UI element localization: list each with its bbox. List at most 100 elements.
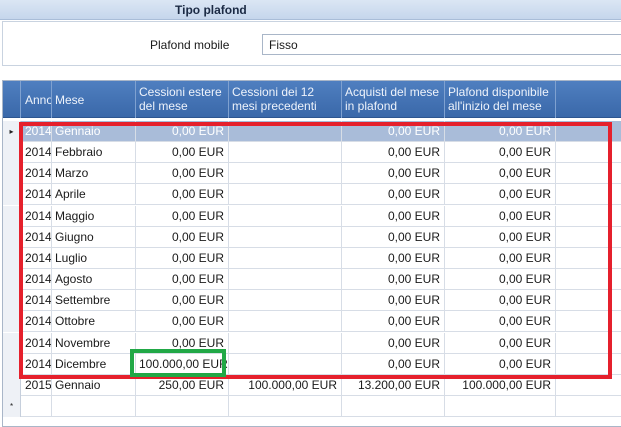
cell-mese[interactable]: Dicembre	[52, 353, 136, 375]
row-indicator[interactable]	[3, 163, 21, 185]
cell-cessioni[interactable]: 250,00 EUR	[136, 374, 229, 396]
cell-plafond[interactable]: 100.000,00 EUR	[445, 374, 556, 396]
cell-anno[interactable]	[22, 395, 52, 417]
cell-mese[interactable]: Settembre	[52, 290, 136, 312]
table-row[interactable]: 2014 Aprile 0,00 EUR 0,00 EUR 0,00 EUR	[3, 184, 621, 206]
cell-cessioni[interactable]: 0,00 EUR	[136, 332, 229, 354]
table-row[interactable]: 2014 Dicembre 100.000,00 EUR 0,00 EUR 0,00 E…	[3, 353, 621, 375]
cell-cessioni12[interactable]	[229, 184, 342, 206]
table-row[interactable]: 2015 Gennaio 250,00 EUR 100.000,00 EUR 13.20…	[3, 374, 621, 396]
cell-acquisti[interactable]: 0,00 EUR	[342, 163, 445, 185]
cell-plafond[interactable]: 0,00 EUR	[445, 121, 556, 142]
table-row[interactable]: ▸ 2014 Gennaio 0,00 EUR 0,00 EUR 0,00 EUR	[3, 121, 621, 142]
cell-cessioni[interactable]: 0,00 EUR	[136, 205, 229, 227]
cell-mese[interactable]: Marzo	[52, 163, 136, 185]
cell-cessioni12[interactable]	[229, 311, 342, 333]
column-header-anno[interactable]: Anno	[22, 81, 52, 118]
row-indicator[interactable]	[3, 205, 21, 227]
cell-cessioni[interactable]: 0,00 EUR	[136, 121, 229, 142]
cell-acquisti[interactable]: 0,00 EUR	[342, 332, 445, 354]
cell-anno[interactable]: 2014	[22, 311, 52, 333]
cell-acquisti[interactable]: 0,00 EUR	[342, 142, 445, 164]
cell-cessioni12[interactable]	[229, 121, 342, 142]
cell-plafond[interactable]: 0,00 EUR	[445, 226, 556, 248]
cell-cessioni[interactable]: 0,00 EUR	[136, 142, 229, 164]
cell-acquisti[interactable]	[342, 395, 445, 417]
cell-acquisti[interactable]: 0,00 EUR	[342, 205, 445, 227]
cell-anno[interactable]: 2014	[22, 226, 52, 248]
row-indicator[interactable]	[3, 290, 21, 312]
cell-cessioni[interactable]: 0,00 EUR	[136, 269, 229, 291]
cell-mese[interactable]: Luglio	[52, 247, 136, 269]
row-indicator[interactable]: *	[3, 395, 21, 417]
table-row[interactable]: 2014 Maggio 0,00 EUR 0,00 EUR 0,00 EUR	[3, 205, 621, 227]
table-row[interactable]: 2014 Giugno 0,00 EUR 0,00 EUR 0,00 EUR	[3, 226, 621, 248]
column-header-acquisti[interactable]: Acquisti del mese in plafond	[342, 81, 445, 118]
row-indicator[interactable]	[3, 311, 21, 333]
cell-anno[interactable]: 2014	[22, 332, 52, 354]
cell-cessioni[interactable]: 0,00 EUR	[136, 163, 229, 185]
cell-plafond[interactable]: 0,00 EUR	[445, 353, 556, 375]
cell-mese[interactable]	[52, 395, 136, 417]
column-header-cessioni-estere[interactable]: Cessioni estere del mese	[136, 81, 229, 118]
cell-plafond[interactable]: 0,00 EUR	[445, 247, 556, 269]
cell-cessioni[interactable]: 0,00 EUR	[136, 184, 229, 206]
new-row[interactable]: *	[3, 395, 621, 417]
cell-cessioni[interactable]: 100.000,00 EUR	[136, 353, 229, 375]
cell-plafond[interactable]: 0,00 EUR	[445, 163, 556, 185]
cell-anno[interactable]: 2014	[22, 247, 52, 269]
cell-anno[interactable]: 2014	[22, 205, 52, 227]
cell-plafond[interactable]: 0,00 EUR	[445, 290, 556, 312]
cell-cessioni12[interactable]	[229, 353, 342, 375]
cell-plafond[interactable]: 0,00 EUR	[445, 205, 556, 227]
cell-anno[interactable]: 2014	[22, 184, 52, 206]
row-indicator[interactable]	[3, 332, 21, 354]
cell-anno[interactable]: 2014	[22, 269, 52, 291]
cell-mese[interactable]: Gennaio	[52, 374, 136, 396]
cell-acquisti[interactable]: 0,00 EUR	[342, 269, 445, 291]
column-header-plafond-disponibile[interactable]: Plafond disponibile all'inizio del mese	[445, 81, 556, 118]
cell-acquisti[interactable]: 0,00 EUR	[342, 311, 445, 333]
cell-acquisti[interactable]: 13.200,00 EUR	[342, 374, 445, 396]
table-row[interactable]: 2014 Settembre 0,00 EUR 0,00 EUR 0,00 EUR	[3, 290, 621, 312]
cell-plafond[interactable]	[445, 395, 556, 417]
table-row[interactable]: 2014 Luglio 0,00 EUR 0,00 EUR 0,00 EUR	[3, 247, 621, 269]
cell-cessioni[interactable]	[136, 395, 229, 417]
cell-anno[interactable]: 2014	[22, 142, 52, 164]
cell-cessioni[interactable]: 0,00 EUR	[136, 290, 229, 312]
cell-cessioni12[interactable]	[229, 247, 342, 269]
table-row[interactable]: 2014 Ottobre 0,00 EUR 0,00 EUR 0,00 EUR	[3, 311, 621, 333]
cell-cessioni12[interactable]	[229, 290, 342, 312]
cell-mese[interactable]: Agosto	[52, 269, 136, 291]
cell-mese[interactable]: Febbraio	[52, 142, 136, 164]
cell-acquisti[interactable]: 0,00 EUR	[342, 184, 445, 206]
cell-cessioni[interactable]: 0,00 EUR	[136, 311, 229, 333]
row-indicator[interactable]	[3, 353, 21, 375]
cell-cessioni[interactable]: 0,00 EUR	[136, 226, 229, 248]
row-indicator[interactable]	[3, 226, 21, 248]
row-indicator[interactable]	[3, 142, 21, 164]
cell-acquisti[interactable]: 0,00 EUR	[342, 290, 445, 312]
row-indicator[interactable]	[3, 247, 21, 269]
cell-acquisti[interactable]: 0,00 EUR	[342, 226, 445, 248]
table-row[interactable]: 2014 Novembre 0,00 EUR 0,00 EUR 0,00 EUR	[3, 332, 621, 354]
cell-mese[interactable]: Maggio	[52, 205, 136, 227]
cell-acquisti[interactable]: 0,00 EUR	[342, 247, 445, 269]
cell-plafond[interactable]: 0,00 EUR	[445, 311, 556, 333]
column-header-mese[interactable]: Mese	[52, 81, 136, 118]
row-indicator[interactable]	[3, 269, 21, 291]
cell-anno[interactable]: 2015	[22, 374, 52, 396]
row-indicator[interactable]: ▸	[3, 121, 21, 142]
cell-plafond[interactable]: 0,00 EUR	[445, 142, 556, 164]
cell-cessioni12[interactable]	[229, 163, 342, 185]
cell-cessioni12[interactable]	[229, 395, 342, 417]
cell-anno[interactable]: 2014	[22, 290, 52, 312]
cell-plafond[interactable]: 0,00 EUR	[445, 184, 556, 206]
cell-cessioni12[interactable]	[229, 142, 342, 164]
cell-acquisti[interactable]: 0,00 EUR	[342, 121, 445, 142]
cell-acquisti[interactable]: 0,00 EUR	[342, 353, 445, 375]
cell-cessioni12[interactable]	[229, 205, 342, 227]
row-indicator[interactable]	[3, 374, 21, 396]
cell-mese[interactable]: Ottobre	[52, 311, 136, 333]
plafond-mobile-field[interactable]: Fisso	[262, 34, 621, 55]
